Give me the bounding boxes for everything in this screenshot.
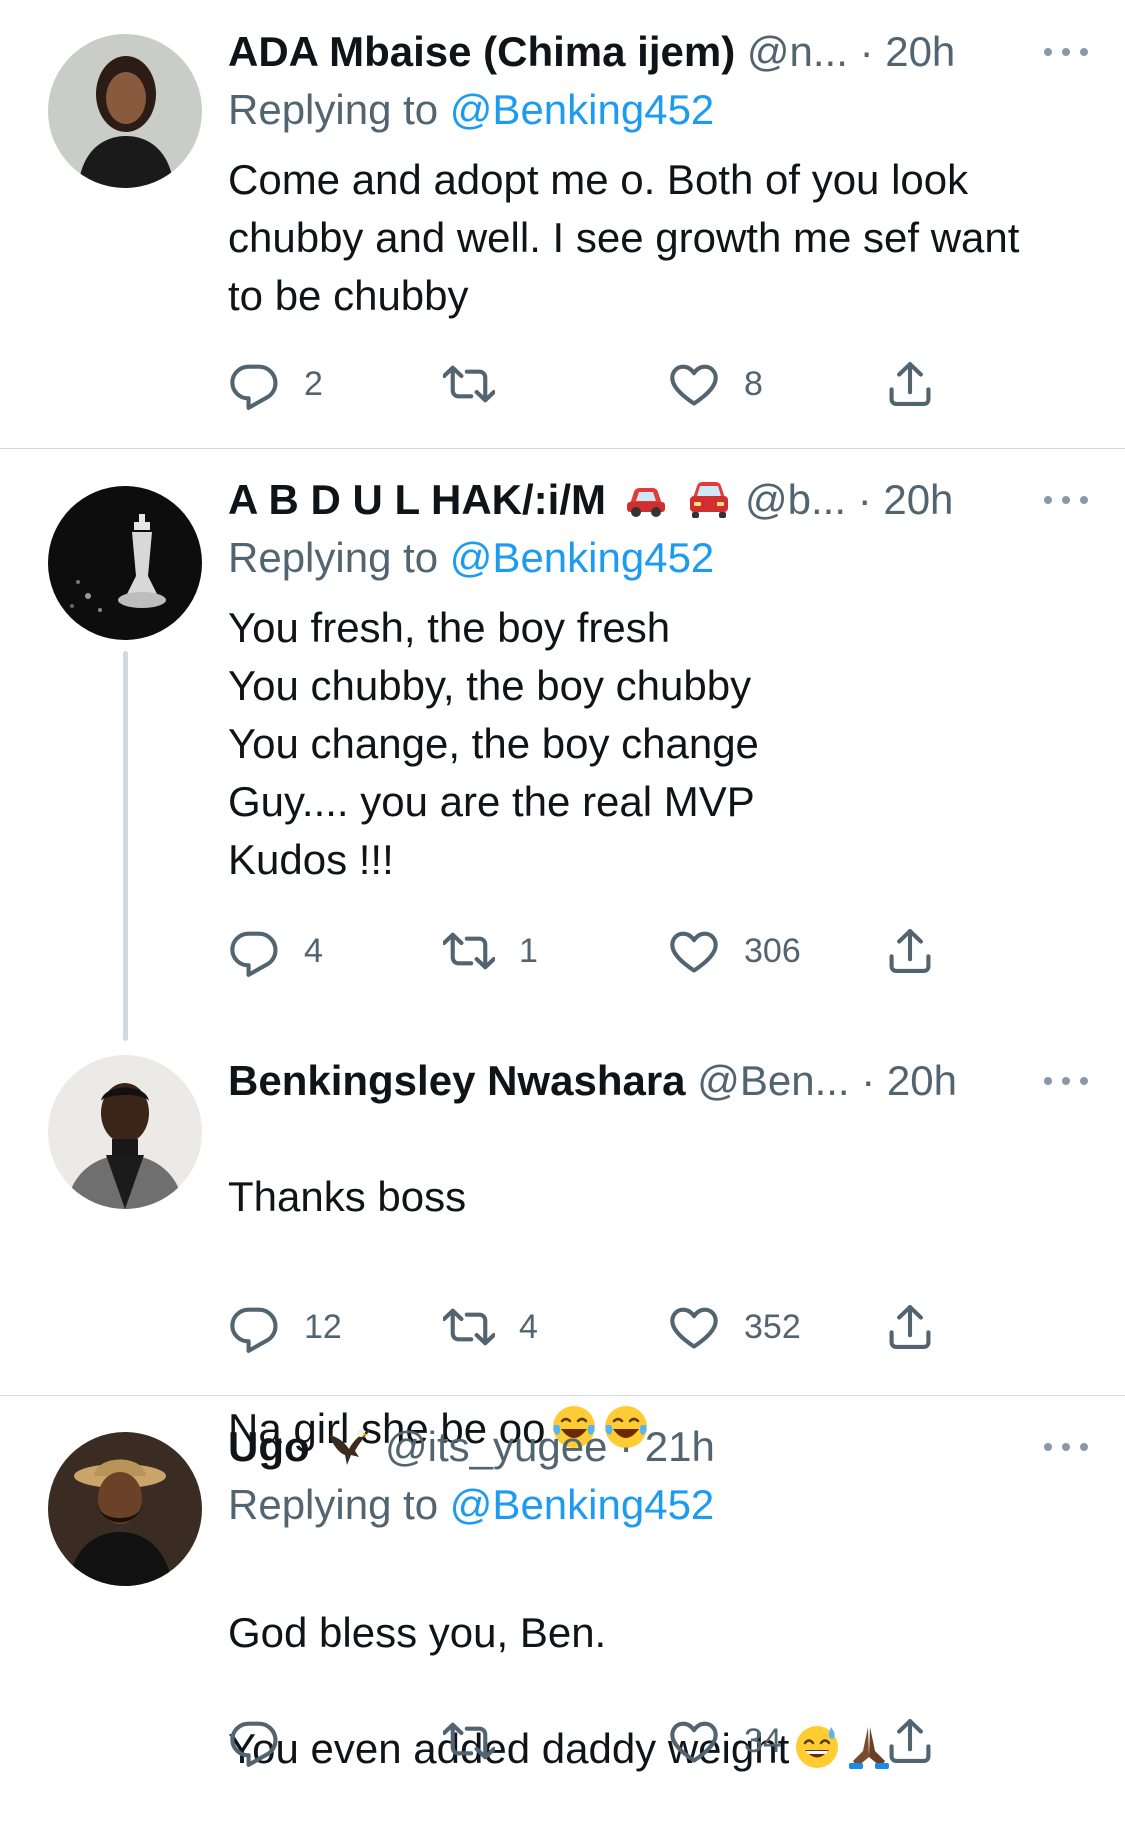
reply-icon [228, 1715, 280, 1767]
tweet-text: Come and adopt me o. Both of you look ch… [228, 156, 1020, 319]
reply-button[interactable]: 12 [228, 1297, 342, 1357]
like-button[interactable]: 352 [668, 1297, 801, 1357]
display-name[interactable]: Benkingsley Nwashara [228, 1057, 686, 1104]
tweet-actions: 12 4 352 [228, 1297, 948, 1357]
timestamp[interactable]: · 20h [861, 1057, 957, 1104]
avatar-image [48, 1432, 202, 1586]
like-button[interactable]: 34 [668, 1711, 782, 1771]
heart-icon [668, 358, 720, 410]
heart-icon [668, 1715, 720, 1767]
share-icon [884, 925, 936, 977]
tweet-abdul-hakim[interactable]: A B D U L HAK/:i/M @b... · 20h Replying … [0, 449, 1125, 1041]
car-emoji-icon [622, 474, 670, 522]
retweet-count: 4 [519, 1307, 538, 1346]
reply-button[interactable] [228, 1711, 304, 1771]
retweet-button[interactable]: 1 [443, 921, 538, 981]
replying-to: Replying to @Benking452 [228, 81, 1088, 139]
retweet-icon [443, 1715, 495, 1767]
user-handle[interactable]: @n... [747, 28, 848, 75]
reply-count: 2 [304, 364, 323, 403]
retweet-button[interactable] [443, 1711, 519, 1771]
share-icon [884, 358, 936, 410]
mention-link[interactable]: @Benking452 [450, 534, 715, 581]
avatar[interactable] [48, 486, 202, 640]
avatar-image [48, 34, 202, 188]
reply-icon [228, 1301, 280, 1353]
share-button[interactable] [884, 1297, 936, 1357]
like-button[interactable]: 306 [668, 921, 801, 981]
retweet-count: 1 [519, 931, 538, 970]
like-count: 34 [744, 1721, 782, 1760]
replying-to: Replying to @Benking452 [228, 529, 1088, 587]
more-icon[interactable] [1044, 1418, 1088, 1476]
like-count: 8 [744, 364, 763, 403]
reply-button[interactable]: 2 [228, 354, 323, 414]
tweet-actions: 2 8 [228, 354, 948, 414]
timestamp[interactable]: · 20h [858, 476, 954, 523]
tweet-ugo[interactable]: Ugo @its_yugee · 21h Replying to @Benkin… [0, 1396, 1125, 1772]
user-handle[interactable]: @b... [745, 476, 846, 523]
user-handle[interactable]: @Ben... [697, 1057, 849, 1104]
car-front-emoji-icon [685, 474, 733, 522]
display-name[interactable]: ADA Mbaise (Chima ijem) [228, 28, 735, 75]
tweet-ada-mbaise[interactable]: ADA Mbaise (Chima ijem) @n... · 20h Repl… [0, 0, 1125, 448]
avatar[interactable] [48, 1432, 202, 1586]
replying-label: Replying to [228, 534, 439, 581]
like-count: 352 [744, 1307, 801, 1346]
timestamp[interactable]: · 21h [619, 1423, 715, 1470]
share-button[interactable] [884, 1711, 936, 1771]
replying-label: Replying to [228, 1481, 439, 1528]
avatar-image [48, 1055, 202, 1209]
mention-link[interactable]: @Benking452 [450, 1481, 715, 1528]
tweet-text: God bless you, Ben. You even added daddy… [228, 1546, 1088, 1836]
thread-connector [123, 651, 128, 1041]
avatar[interactable] [48, 34, 202, 188]
reply-count: 4 [304, 931, 323, 970]
tweet-benkingsley[interactable]: Benkingsley Nwashara @Ben... · 20h Thank… [0, 1037, 1125, 1452]
more-icon[interactable] [1044, 1052, 1088, 1110]
retweet-icon [443, 1301, 495, 1353]
share-icon [884, 1301, 936, 1353]
share-button[interactable] [884, 354, 936, 414]
share-button[interactable] [884, 921, 936, 981]
user-handle[interactable]: @its_yugee [385, 1423, 607, 1470]
tweet-actions: 34 [228, 1711, 948, 1771]
reply-icon [228, 358, 280, 410]
timestamp[interactable]: · 20h [860, 28, 956, 75]
heart-icon [668, 1301, 720, 1353]
reply-count: 12 [304, 1307, 342, 1346]
retweet-icon [443, 925, 495, 977]
eagle-emoji-icon [325, 1421, 373, 1469]
reply-icon [228, 925, 280, 977]
retweet-button[interactable] [443, 354, 519, 414]
tweet-actions: 4 1 306 [228, 921, 948, 981]
more-icon[interactable] [1044, 471, 1088, 529]
share-icon [884, 1715, 936, 1767]
retweet-button[interactable]: 4 [443, 1297, 538, 1357]
heart-icon [668, 925, 720, 977]
replying-to: Replying to @Benking452 [228, 1476, 1088, 1534]
like-count: 306 [744, 931, 801, 970]
tweet-text: You fresh, the boy fresh You chubby, the… [228, 604, 759, 883]
tweet-text-line: God bless you, Ben. [228, 1609, 607, 1656]
like-button[interactable]: 8 [668, 354, 763, 414]
retweet-icon [443, 358, 495, 410]
display-name[interactable]: A B D U L HAK/:i/M [228, 476, 606, 523]
more-icon[interactable] [1044, 23, 1088, 81]
avatar-image [48, 486, 202, 640]
mention-link[interactable]: @Benking452 [450, 86, 715, 133]
replying-label: Replying to [228, 86, 439, 133]
display-name[interactable]: Ugo [228, 1423, 310, 1470]
reply-button[interactable]: 4 [228, 921, 323, 981]
tweet-text-line: Thanks boss [228, 1173, 467, 1220]
avatar[interactable] [48, 1055, 202, 1209]
